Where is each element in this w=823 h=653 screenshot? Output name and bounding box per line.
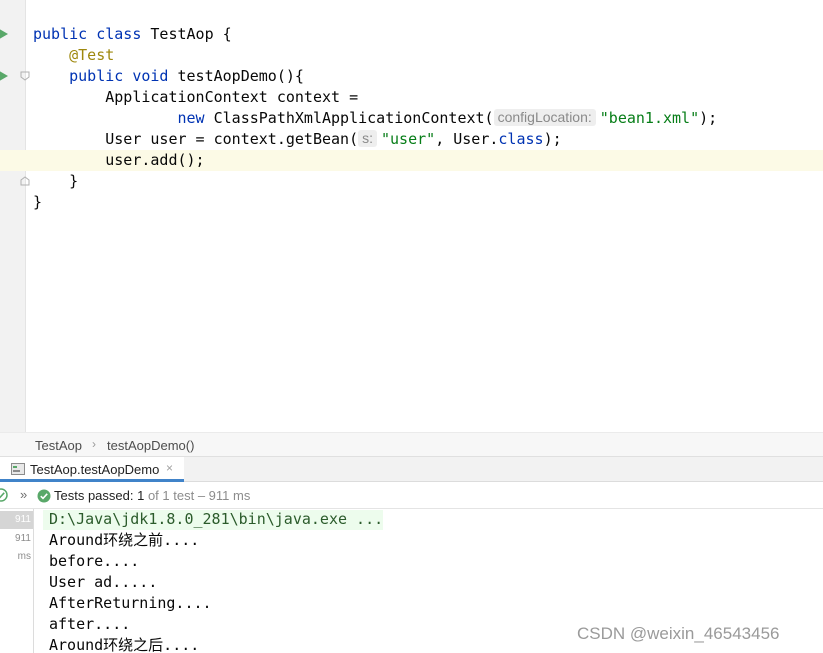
code-token: ApplicationContext context = (33, 88, 359, 106)
code-area[interactable]: public class TestAop { @Test public void… (0, 0, 823, 432)
code-token: testAopDemo(){ (177, 67, 304, 85)
code-token: ); (543, 130, 562, 148)
code-line[interactable]: ApplicationContext context = (0, 87, 823, 108)
code-line-content: user.add(); (33, 150, 205, 171)
code-line[interactable]: public void testAopDemo(){ (0, 66, 823, 87)
code-line[interactable]: public class TestAop { (0, 24, 823, 45)
console-command-line: D:\Java\jdk1.8.0_281\bin\java.exe ... (49, 510, 384, 528)
code-line-content: ApplicationContext context = (33, 87, 358, 108)
close-icon[interactable]: × (166, 461, 173, 475)
fold-close-icon[interactable] (20, 176, 30, 186)
code-line-content: public class TestAop { (33, 24, 232, 45)
expand-icon[interactable]: » (20, 487, 27, 502)
test-status-text: Tests passed: 1 of 1 test – 911 ms (54, 488, 250, 503)
breadcrumb-class[interactable]: TestAop (35, 438, 82, 453)
parameter-hint: s: (358, 130, 377, 147)
breadcrumb-method[interactable]: testAopDemo() (107, 438, 194, 453)
run-tab-label: TestAop.testAopDemo (30, 462, 160, 477)
code-token: ); (699, 109, 718, 127)
code-token: TestAop { (150, 25, 232, 43)
code-line-content: public void testAopDemo(){ (33, 66, 304, 87)
code-token: new (177, 109, 214, 127)
status-detail: of 1 test – 911 ms (144, 488, 251, 503)
code-token: } (33, 172, 79, 190)
code-editor[interactable]: public class TestAop { @Test public void… (0, 0, 823, 432)
code-token: public class (33, 25, 151, 43)
code-line-content: } (33, 171, 78, 192)
code-token: public void (69, 67, 178, 85)
code-line-content: User user = context.getBean(s: "user", Us… (33, 129, 562, 150)
code-token: ClassPathXmlApplicationContext( (213, 109, 494, 127)
breadcrumb: TestAop › testAopDemo() (0, 432, 823, 457)
code-token: User user = context.getBean( (33, 130, 359, 148)
code-line[interactable]: } (0, 192, 823, 213)
run-tab[interactable]: TestAop.testAopDemo × (0, 457, 184, 482)
code-line[interactable]: @Test (0, 45, 823, 66)
test-config-icon (11, 463, 25, 475)
test-status-bar: » Tests passed: 1 of 1 test – 911 ms (0, 482, 823, 509)
run-class-icon[interactable] (0, 27, 8, 41)
code-line[interactable]: user.add(); (0, 150, 823, 171)
code-token: user.add(); (33, 151, 205, 169)
console-line: before.... (49, 552, 140, 570)
code-token: "bean1.xml" (599, 109, 700, 127)
code-line[interactable]: } (0, 171, 823, 192)
watermark: CSDN @weixin_46543456 (577, 624, 780, 643)
code-token: @Test (69, 46, 115, 64)
code-line[interactable]: User user = context.getBean(s: "user", Us… (0, 129, 823, 150)
code-line-content: @Test (33, 45, 114, 66)
console-line: Around环绕之前.... (49, 531, 200, 549)
fold-open-icon[interactable] (20, 71, 30, 81)
status-main: Tests passed: (54, 488, 138, 503)
code-line[interactable]: new ClassPathXmlApplicationContext(confi… (0, 108, 823, 129)
parameter-hint: configLocation: (493, 109, 596, 126)
test-duration-selected[interactable]: 911 ms (0, 511, 33, 543)
tests-passed-icon (37, 489, 51, 503)
rerun-passed-icon[interactable] (0, 488, 8, 502)
console-line: Around环绕之后.... (49, 636, 200, 653)
run-tab-bar: TestAop.testAopDemo × (0, 457, 823, 482)
code-token: , User. (435, 130, 499, 148)
test-duration[interactable]: 911 ms (0, 530, 33, 562)
console-line: after.... (49, 615, 131, 633)
code-line-content: } (33, 192, 42, 213)
test-tree[interactable]: 911 ms 911 ms (0, 509, 34, 653)
code-line-content: new ClassPathXmlApplicationContext(confi… (33, 108, 717, 129)
run-test-icon[interactable] (0, 69, 8, 83)
code-token: class (498, 130, 544, 148)
console-line: User ad..... (49, 573, 158, 591)
code-token: "user" (381, 130, 436, 148)
breadcrumb-separator: › (92, 437, 96, 451)
code-token: } (33, 193, 43, 211)
console-line: AfterReturning.... (49, 594, 212, 612)
